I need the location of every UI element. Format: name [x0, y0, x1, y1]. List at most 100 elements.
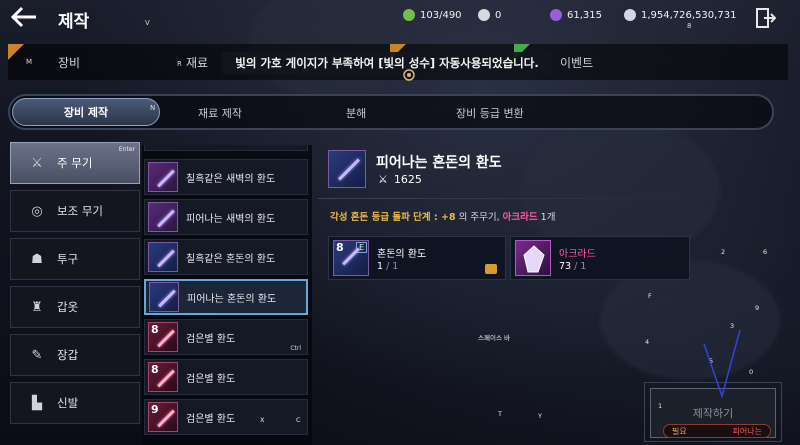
sword-icon: 8	[148, 362, 178, 392]
key-hint-v: V	[145, 19, 150, 27]
tab-equip-craft[interactable]: 장비 제작	[12, 98, 160, 126]
silver-orb-icon	[478, 9, 490, 21]
key-hint-space: 스페이스 바	[478, 334, 510, 342]
ticket-icon[interactable]	[485, 264, 497, 274]
key-hint-y: Y	[538, 412, 542, 420]
crossed-swords-icon: ⚔	[31, 155, 43, 171]
item-name: 검은별 환도	[186, 413, 236, 425]
tab-grade-convert[interactable]: 장비 등급 변환	[456, 105, 524, 121]
category-label: 신발	[57, 396, 79, 410]
category-armor[interactable]: ♜ 갑옷	[10, 286, 140, 328]
requirement-suffix: 1개	[537, 212, 556, 223]
tab-event[interactable]: 이벤트	[560, 54, 593, 71]
category-label: 투구	[57, 252, 79, 266]
divider	[318, 198, 698, 199]
key-hint-c: C	[296, 416, 301, 424]
category-helmet[interactable]: ☗ 투구	[10, 238, 140, 280]
key-hint-n: N	[150, 104, 156, 112]
purple-crystal-icon	[550, 9, 562, 21]
requirement-prefix: 각성 혼돈 등급 돌파 단계 :	[330, 212, 442, 223]
resource-silver: 1,954,726,530,731	[624, 9, 736, 21]
top-bar: 제작 V 103/490 0 61,315 1,954,726,530,731 …	[0, 0, 800, 36]
craft-need-label: 필요	[672, 426, 687, 436]
key-hint-8: 8	[687, 22, 692, 30]
sword-icon	[148, 162, 178, 192]
key-hint-ctrl: Ctrl	[290, 345, 301, 352]
page-title: 제작	[58, 12, 90, 32]
item-tier: 8	[151, 363, 159, 376]
key-hint-9: 9	[755, 304, 760, 312]
key-hint-4: 4	[645, 338, 650, 346]
sword-icon	[148, 202, 178, 232]
pen-stroke-annotation	[703, 329, 741, 399]
craft-requirement: 각성 혼돈 등급 돌파 단계 : +8 의 주무기, 아크라드 1개	[330, 209, 555, 223]
notice-toast: 빛의 가호 게이지가 부족하여 [빛의 성수] 자동사용되었습니다.	[222, 52, 552, 74]
material-card[interactable]: 아크라드 73 / 1	[510, 236, 690, 280]
resource-stamina: 103/490	[403, 9, 462, 21]
item-tier: 9	[151, 403, 159, 416]
exit-icon[interactable]	[754, 7, 777, 29]
category-label: 갑옷	[57, 300, 79, 314]
category-gloves[interactable]: ✎ 장갑	[10, 334, 140, 376]
key-hint-1: 1	[658, 402, 663, 410]
list-item[interactable]: 8 검은별 환도 Ctrl	[144, 319, 308, 355]
resource-orb: 0	[478, 9, 501, 21]
craft-need-item: 피어나는	[732, 426, 762, 436]
detail-item-name: 피어나는 혼돈의 환도	[376, 155, 502, 171]
material-tier: 8	[336, 241, 344, 254]
category-label: 장갑	[57, 348, 79, 362]
crossed-swords-icon: ⚔	[378, 173, 388, 186]
crystal-icon	[515, 240, 551, 276]
key-hint-x: X	[260, 416, 265, 424]
tab-equipment[interactable]: 장비	[58, 54, 80, 71]
tab-disassemble[interactable]: 분해	[346, 105, 366, 121]
sword-icon	[148, 242, 178, 272]
material-name: 아크라드	[559, 249, 596, 260]
tab-materials[interactable]: 재료	[186, 54, 208, 71]
item-name: 피어나는 새벽의 환도	[186, 213, 276, 225]
craft-requirement-badge: 필요 피어나는	[663, 424, 771, 438]
category-label: 보조 무기	[57, 204, 103, 218]
key-hint-2: 2	[721, 248, 726, 256]
tab-material-craft[interactable]: 재료 제작	[198, 105, 242, 121]
category-main-weapon[interactable]: ⚔ 주 무기 Enter	[10, 142, 140, 184]
list-item[interactable]: 피어나는 새벽의 환도	[144, 199, 308, 235]
item-list[interactable]: 칠흑같은 새벽의 환도 피어나는 새벽의 환도 칠흑같은 혼돈의 환도 피어나는…	[142, 145, 312, 445]
resource-silver-value: 1,954,726,530,731	[641, 9, 737, 21]
key-hint-r: R	[177, 60, 182, 68]
list-item[interactable]: 칠흑같은 새벽의 환도	[144, 159, 308, 195]
list-item[interactable]: 칠흑같은 혼돈의 환도	[144, 239, 308, 275]
sword-icon: 9	[148, 402, 178, 432]
material-card[interactable]: 8 E 혼돈의 환도 1 / 1	[328, 236, 506, 280]
list-item[interactable]: 9 검은별 환도	[144, 399, 308, 435]
resource-crystal-value: 61,315	[567, 9, 602, 21]
item-name: 칠흑같은 새벽의 환도	[186, 173, 276, 185]
detail-power-value: 1625	[393, 173, 422, 186]
shield-icon: ◎	[31, 203, 43, 219]
item-name: 피어나는 혼돈의 환도	[187, 293, 277, 305]
sword-icon: 8	[148, 322, 178, 352]
category-sub-weapon[interactable]: ◎ 보조 무기	[10, 190, 140, 232]
requirement-stage: +8	[441, 212, 456, 223]
list-item-partial	[144, 145, 308, 151]
resource-orb-value: 0	[495, 9, 502, 21]
selected-sword-icon	[328, 150, 366, 188]
list-item[interactable]: 8 검은별 환도	[144, 359, 308, 395]
detail-power: ⚔ 1625	[378, 173, 422, 186]
requirement-middle: 의 주무기,	[455, 212, 503, 223]
category-shoes[interactable]: ▙ 신발	[10, 382, 140, 424]
list-item-selected[interactable]: 피어나는 혼돈의 환도	[144, 279, 308, 315]
back-arrow-icon[interactable]	[10, 6, 40, 30]
material-needed: 1	[392, 261, 399, 272]
item-tier: 8	[151, 323, 159, 336]
compass-icon	[403, 69, 415, 81]
silver-coin-icon	[624, 9, 636, 21]
material-owned: 73	[559, 261, 572, 272]
material-name: 혼돈의 환도	[377, 249, 427, 260]
gauntlet-icon: ✎	[31, 347, 43, 363]
new-tag-icon	[8, 44, 24, 60]
item-name: 검은별 환도	[186, 373, 236, 385]
resource-stamina-value: 103/490	[420, 9, 462, 21]
key-hint-6: 6	[763, 248, 768, 256]
key-hint-m: M	[26, 58, 33, 66]
